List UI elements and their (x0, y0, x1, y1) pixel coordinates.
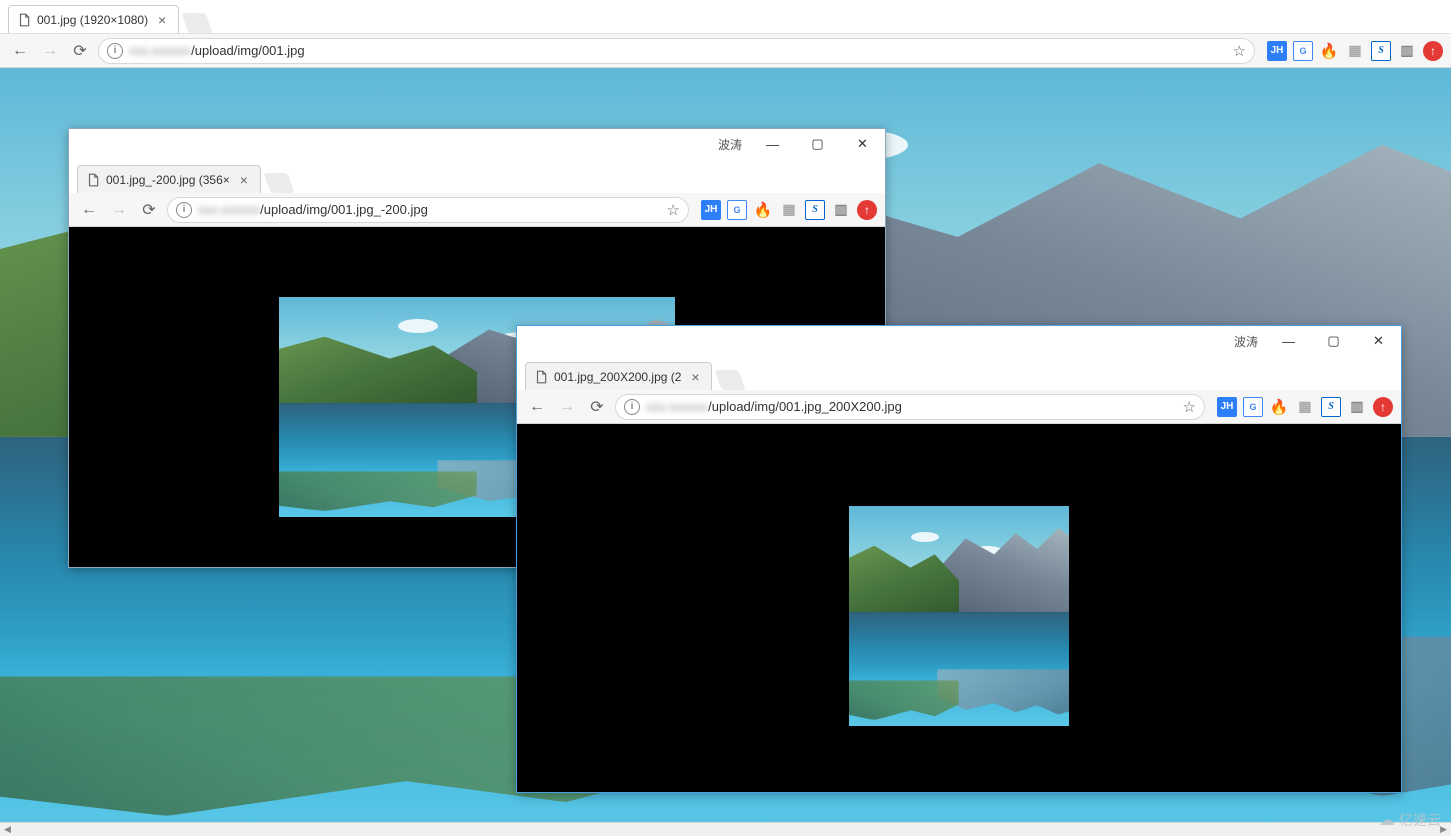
extension-translate-icon[interactable]: G (1293, 41, 1313, 61)
watermark: ☁ 亿速云 (1379, 810, 1441, 830)
extension-icons: JH G 🔥 ▦ S ▥ ↑ (1261, 41, 1443, 61)
url-path: /upload/img/001.jpg (191, 43, 1226, 58)
address-bar[interactable]: i xxx.xxxxxx /upload/img/001.jpg_200X200… (615, 394, 1205, 420)
win3-tabstrip: 001.jpg_200X200.jpg (2 × (517, 356, 1401, 390)
image-thumb-200x200 (849, 506, 1069, 726)
blurred-host: xxx.xxxxxx (129, 43, 191, 58)
close-button[interactable]: ✕ (1356, 327, 1401, 355)
new-tab-button[interactable] (715, 370, 746, 390)
main-tab-title: 001.jpg (1920×1080) (37, 13, 148, 27)
win3-titlebar: 波涛 — ▢ ✕ (517, 326, 1401, 356)
bookmark-star-icon[interactable]: ☆ (1183, 398, 1196, 416)
site-info-icon[interactable]: i (176, 202, 192, 218)
win2-tab[interactable]: 001.jpg_-200.jpg (356× × (77, 165, 261, 193)
scroll-right-icon[interactable]: ▶ (1440, 824, 1447, 835)
bookmark-star-icon[interactable]: ☆ (667, 201, 680, 219)
site-info-icon[interactable]: i (107, 43, 123, 59)
win2-tab-title: 001.jpg_-200.jpg (356× (106, 173, 230, 187)
back-button[interactable]: ← (8, 39, 32, 63)
extension-flame-icon[interactable]: 🔥 (753, 200, 773, 220)
win2-titlebar: 波涛 — ▢ ✕ (69, 129, 885, 159)
extension-icons: JH G 🔥 ▦ S ▥ ↑ (695, 200, 877, 220)
back-button[interactable]: ← (525, 395, 549, 419)
status-bar: ◀ ▶ (0, 822, 1451, 836)
browser-window-3: 波涛 — ▢ ✕ 001.jpg_200X200.jpg (2 × ← → ⟳ … (516, 325, 1402, 793)
back-button[interactable]: ← (77, 198, 101, 222)
reload-button[interactable]: ⟳ (585, 395, 609, 419)
watermark-text: 亿速云 (1399, 810, 1441, 830)
extension-grid-icon[interactable]: ▦ (1295, 397, 1315, 417)
extension-jh-icon[interactable]: JH (701, 200, 721, 220)
url-path: /upload/img/001.jpg_200X200.jpg (708, 399, 1176, 414)
extension-jh-icon[interactable]: JH (1217, 397, 1237, 417)
blurred-host: xxx.xxxxxx (646, 399, 708, 414)
address-bar[interactable]: i xxx.xxxxxx /upload/img/001.jpg_-200.jp… (167, 197, 689, 223)
main-tabstrip: 001.jpg (1920×1080) × (0, 0, 1451, 34)
minimize-button[interactable]: — (750, 130, 795, 158)
win3-content (517, 424, 1401, 792)
extension-translate-icon[interactable]: G (727, 200, 747, 220)
extension-grid-icon[interactable]: ▦ (1345, 41, 1365, 61)
maximize-button[interactable]: ▢ (795, 130, 840, 158)
extension-jh-icon[interactable]: JH (1267, 41, 1287, 61)
address-bar[interactable]: i xxx.xxxxxx /upload/img/001.jpg ☆ (98, 38, 1255, 64)
extension-bars-icon[interactable]: ▥ (1397, 41, 1417, 61)
extension-bars-icon[interactable]: ▥ (831, 200, 851, 220)
extension-flame-icon[interactable]: 🔥 (1319, 41, 1339, 61)
blurred-host: xxx.xxxxxx (198, 202, 260, 217)
reload-button[interactable]: ⟳ (137, 198, 161, 222)
new-tab-button[interactable] (181, 13, 212, 33)
extension-translate-icon[interactable]: G (1243, 397, 1263, 417)
win3-toolbar: ← → ⟳ i xxx.xxxxxx /upload/img/001.jpg_2… (517, 390, 1401, 424)
tab-close-icon[interactable]: × (154, 12, 170, 28)
extension-red-icon[interactable]: ↑ (857, 200, 877, 220)
forward-button: → (555, 395, 579, 419)
extension-bars-icon[interactable]: ▥ (1347, 397, 1367, 417)
forward-button: → (107, 198, 131, 222)
win3-user-label: 波涛 (1230, 333, 1258, 350)
site-info-icon[interactable]: i (624, 399, 640, 415)
file-icon (534, 370, 548, 384)
extension-red-icon[interactable]: ↑ (1373, 397, 1393, 417)
extension-icons: JH G 🔥 ▦ S ▥ ↑ (1211, 397, 1393, 417)
tab-close-icon[interactable]: × (687, 369, 703, 385)
extension-flame-icon[interactable]: 🔥 (1269, 397, 1289, 417)
main-tab[interactable]: 001.jpg (1920×1080) × (8, 5, 179, 33)
cloud-icon: ☁ (1379, 810, 1395, 830)
extension-s-icon[interactable]: S (805, 200, 825, 220)
win2-controls: — ▢ ✕ (750, 130, 885, 158)
bookmark-star-icon[interactable]: ☆ (1233, 42, 1246, 60)
main-toolbar: ← → ⟳ i xxx.xxxxxx /upload/img/001.jpg ☆… (0, 34, 1451, 68)
close-button[interactable]: ✕ (840, 130, 885, 158)
win3-tab[interactable]: 001.jpg_200X200.jpg (2 × (525, 362, 712, 390)
file-icon (86, 173, 100, 187)
win2-user-label: 波涛 (714, 136, 742, 153)
tab-close-icon[interactable]: × (236, 172, 252, 188)
extension-s-icon[interactable]: S (1321, 397, 1341, 417)
file-icon (17, 13, 31, 27)
extension-s-icon[interactable]: S (1371, 41, 1391, 61)
new-tab-button[interactable] (263, 173, 294, 193)
win3-tab-title: 001.jpg_200X200.jpg (2 (554, 370, 681, 384)
reload-button[interactable]: ⟳ (68, 39, 92, 63)
win2-tabstrip: 001.jpg_-200.jpg (356× × (69, 159, 885, 193)
minimize-button[interactable]: — (1266, 327, 1311, 355)
extension-grid-icon[interactable]: ▦ (779, 200, 799, 220)
win2-toolbar: ← → ⟳ i xxx.xxxxxx /upload/img/001.jpg_-… (69, 193, 885, 227)
url-path: /upload/img/001.jpg_-200.jpg (260, 202, 660, 217)
extension-red-icon[interactable]: ↑ (1423, 41, 1443, 61)
scroll-left-icon[interactable]: ◀ (4, 824, 11, 835)
maximize-button[interactable]: ▢ (1311, 327, 1356, 355)
forward-button: → (38, 39, 62, 63)
win3-controls: — ▢ ✕ (1266, 327, 1401, 355)
